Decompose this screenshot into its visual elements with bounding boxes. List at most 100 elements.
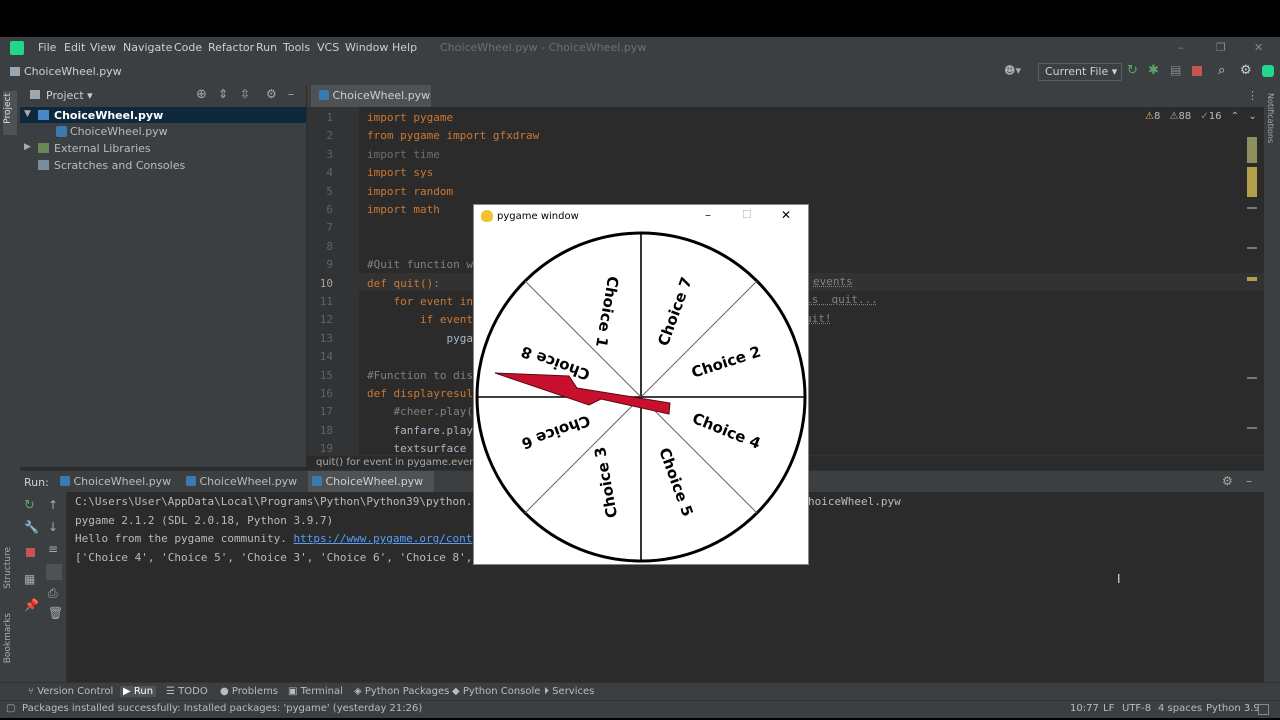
structure-strip-label[interactable]: Structure <box>3 547 13 589</box>
soft-wrap-icon[interactable]: ≡ <box>48 542 58 556</box>
rerun-icon[interactable]: ↻ <box>24 498 35 513</box>
hide-icon[interactable]: – <box>288 87 294 101</box>
rerun-icon[interactable]: ↻ <box>1127 63 1138 78</box>
menu-window[interactable]: Window <box>345 41 388 54</box>
line-number[interactable]: 10 <box>309 277 333 290</box>
line-number[interactable]: 4 <box>309 166 333 179</box>
menu-refactor[interactable]: Refactor <box>208 41 254 54</box>
chevron-right-icon[interactable]: ▶ <box>24 142 31 152</box>
collapse-all-icon[interactable]: ⇳ <box>240 87 250 101</box>
python-console-tab[interactable]: ◆ Python Console <box>452 686 540 697</box>
editor-tab-choicewheel[interactable]: ChoiceWheel.pyw × <box>311 85 431 124</box>
interpreter[interactable]: Python 3.9 <box>1206 703 1260 714</box>
user-icon[interactable]: ☻▾ <box>1004 64 1021 77</box>
choice-wheel[interactable]: Choice 1 Choice 7Choice 2Choice 4Choice 5… <box>474 229 808 564</box>
close-icon[interactable]: ✕ <box>1254 41 1263 54</box>
tree-item-root[interactable]: ChoiceWheel.pyw <box>54 109 163 122</box>
pin-icon[interactable]: 📌 <box>24 598 39 612</box>
error-stripe[interactable] <box>1247 127 1257 437</box>
line-number[interactable]: 3 <box>309 148 333 161</box>
print-icon[interactable]: ⎙ <box>48 586 58 601</box>
layout-icon[interactable]: ▦ <box>24 572 35 586</box>
pygame-window[interactable]: pygame window – ☐ ✕ Choice 1 Choice 7 Choi… <box>473 204 809 565</box>
inspection-widget[interactable]: ⚠8 ⚠88 ✓16 ⌃ ⌄ <box>1145 111 1257 122</box>
maximize-icon[interactable]: ❐ <box>1216 41 1226 54</box>
menu-help[interactable]: Help <box>392 41 417 54</box>
tree-item-libraries[interactable]: External Libraries <box>54 142 151 155</box>
nav-breadcrumb[interactable]: ChoiceWheel.pyw <box>24 65 122 78</box>
expand-all-icon[interactable]: ⇕ <box>218 87 228 101</box>
stop-icon[interactable] <box>26 548 35 557</box>
settings-icon[interactable]: ⚙ <box>266 87 277 101</box>
breadcrumb-path[interactable]: quit() for event in pygame.event <box>316 457 480 468</box>
gear-icon[interactable]: ⚙ <box>1222 474 1233 488</box>
tree-item-scratches[interactable]: Scratches and Consoles <box>54 159 185 172</box>
scroll-to-end-icon[interactable] <box>46 564 62 580</box>
line-number[interactable]: 6 <box>309 203 333 216</box>
run-tab-2[interactable]: ChoiceWheel.pyw × <box>184 471 306 510</box>
line-number[interactable]: 15 <box>309 369 333 382</box>
line-number[interactable]: 14 <box>309 350 333 363</box>
project-header[interactable]: Project ▾ <box>46 89 93 102</box>
wrench-icon[interactable]: 🔧 <box>24 520 39 534</box>
bookmarks-strip-label[interactable]: Bookmarks <box>3 613 13 663</box>
menu-tools[interactable]: Tools <box>283 41 310 54</box>
locate-icon[interactable]: ⊕ <box>196 87 207 102</box>
line-number[interactable]: 18 <box>309 424 333 437</box>
run-tab-1[interactable]: ChoiceWheel.pyw × <box>58 471 180 510</box>
pygame-titlebar[interactable]: pygame window – ☐ ✕ <box>474 205 808 229</box>
stop-icon[interactable] <box>1192 66 1202 76</box>
menu-run[interactable]: Run <box>256 41 277 54</box>
lock-icon[interactable] <box>1258 704 1269 715</box>
debug-icon[interactable]: ✱ <box>1148 63 1159 78</box>
coverage-icon[interactable]: ▤ <box>1170 63 1181 77</box>
trash-icon[interactable]: 🗑 <box>48 606 63 620</box>
line-number[interactable]: 19 <box>309 442 333 455</box>
arrow-down-icon[interactable]: ↓ <box>48 520 58 534</box>
status-toggle-icon[interactable]: ▢ <box>6 703 15 714</box>
chevron-down-icon[interactable]: ▼ <box>24 109 31 119</box>
menu-file[interactable]: File <box>38 41 56 54</box>
line-number[interactable]: 8 <box>309 240 333 253</box>
menu-edit[interactable]: Edit <box>64 41 85 54</box>
menu-view[interactable]: View <box>90 41 116 54</box>
close-icon[interactable]: ✕ <box>781 208 791 222</box>
more-icon[interactable]: ⋮ <box>1247 89 1258 102</box>
python-packages-tab[interactable]: ◈ Python Packages <box>354 686 449 697</box>
run-tool-tab[interactable]: ▶ Run <box>120 686 157 697</box>
caret-position[interactable]: 10:77 <box>1070 703 1099 714</box>
todo-tab[interactable]: ☰ TODO <box>166 686 208 697</box>
terminal-tab[interactable]: ▣ Terminal <box>288 686 343 697</box>
menu-navigate[interactable]: Navigate <box>123 41 172 54</box>
line-number[interactable]: 11 <box>309 295 333 308</box>
minimize-icon[interactable]: – <box>1178 41 1184 54</box>
problems-tab[interactable]: ● Problems <box>220 686 278 697</box>
line-number[interactable]: 16 <box>309 387 333 400</box>
line-number[interactable]: 5 <box>309 185 333 198</box>
menu-code[interactable]: Code <box>174 41 202 54</box>
services-tab[interactable]: ⏵ Services <box>544 686 594 697</box>
file-encoding[interactable]: UTF-8 <box>1122 703 1151 714</box>
line-number[interactable]: 9 <box>309 258 333 271</box>
run-config-select[interactable]: Current File ▾ <box>1038 63 1122 81</box>
notifications-strip-label[interactable]: Notifications <box>1266 93 1275 143</box>
line-separator[interactable]: LF <box>1103 703 1114 714</box>
line-number[interactable]: 17 <box>309 405 333 418</box>
line-number[interactable]: 1 <box>309 111 333 124</box>
chevron-down-icon[interactable]: ⌄ <box>1248 111 1256 122</box>
version-control-tab[interactable]: ⑂ Version Control <box>28 686 113 697</box>
hide-icon[interactable]: – <box>1246 474 1252 488</box>
line-number[interactable]: 12 <box>309 313 333 326</box>
status-message[interactable]: Packages installed successfully: Install… <box>22 703 422 714</box>
line-number[interactable]: 13 <box>309 332 333 345</box>
indent-setting[interactable]: 4 spaces <box>1158 703 1202 714</box>
gear-icon[interactable]: ⚙ <box>1240 63 1252 78</box>
line-number[interactable]: 2 <box>309 129 333 142</box>
arrow-up-icon[interactable]: ↑ <box>48 498 58 512</box>
search-icon[interactable]: ⌕ <box>1218 63 1225 78</box>
menu-vcs[interactable]: VCS <box>317 41 339 54</box>
line-number[interactable]: 7 <box>309 221 333 234</box>
chevron-up-icon[interactable]: ⌃ <box>1231 111 1239 122</box>
plugin-icon[interactable] <box>1262 65 1274 77</box>
tree-item-file[interactable]: ChoiceWheel.pyw <box>70 125 168 138</box>
